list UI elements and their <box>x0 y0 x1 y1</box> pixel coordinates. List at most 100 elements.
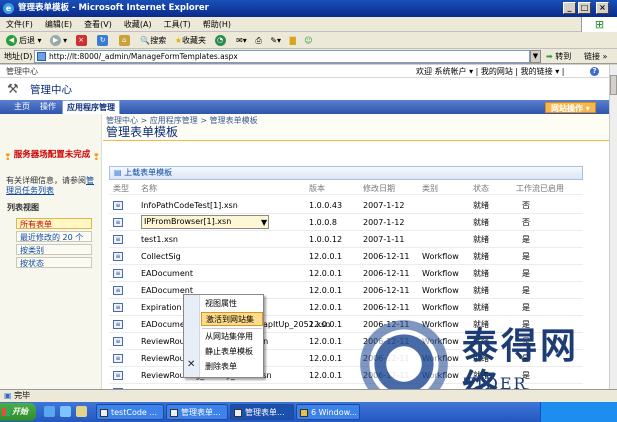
menu-delete-form[interactable]: 删除表单 <box>204 360 262 374</box>
menu-view-properties[interactable]: 视图属性 <box>204 297 262 311</box>
alert-title: 服务器场配置未完成 <box>13 150 91 160</box>
table-row[interactable]: ≡ Expiration 12.0.0.1 2006-12-11 Workflow 就绪 是 <box>109 299 583 316</box>
quicklaunch-explorer-icon[interactable] <box>60 406 71 417</box>
col-status[interactable]: 状态 <box>473 183 489 195</box>
windows-logo-icon: ⊞ <box>581 17 617 32</box>
links-button[interactable]: 链接 » <box>584 50 607 63</box>
col-workflow[interactable]: 工作流已启用 <box>516 183 564 195</box>
table-row[interactable]: ≡ CollectSig 12.0.0.1 2006-12-11 Workflow 就绪 是 <box>109 248 583 265</box>
tab-operations[interactable]: 操作 <box>36 100 60 114</box>
maximize-button[interactable]: □ <box>578 2 591 14</box>
upload-form-template-button[interactable]: ▤ 上载表单模板 <box>109 166 583 180</box>
task-icon <box>234 409 242 417</box>
menu-tools[interactable]: 工具(T) <box>158 17 197 32</box>
name-dropdown-field[interactable]: IPFromBrowser[1].xsn <box>141 215 269 229</box>
mail-button[interactable]: ✉▾ <box>233 33 250 48</box>
view-by-status[interactable]: 按状态 <box>16 257 92 268</box>
edit-icon: ✎ <box>270 36 278 45</box>
cell-category: Workflow <box>422 286 459 295</box>
history-button[interactable]: ◔ <box>212 33 231 48</box>
home-button[interactable]: ⌂ <box>116 33 135 48</box>
status-bar: ▣ 完毕 <box>0 389 617 402</box>
col-modified[interactable]: 修改日期 <box>363 183 395 195</box>
menu-activate-to-site-collection[interactable]: 激活到网站集 <box>201 312 263 326</box>
table-row[interactable]: ≡ test1.xsn 1.0.0.12 2007-1-11 就绪 是 <box>109 231 583 248</box>
address-dropdown-button[interactable]: ▼ <box>530 50 541 63</box>
minimize-button[interactable]: _ <box>563 2 576 14</box>
menu-deactivate-from-site-collection[interactable]: 从网站集停用 <box>204 330 262 344</box>
print-button[interactable]: ⎙ <box>252 33 264 48</box>
col-name[interactable]: 名称 <box>141 183 157 195</box>
central-admin-icon: ⚒ <box>7 82 19 97</box>
table-header: 类型 名称 版本 修改日期 类别 状态 工作流已启用 <box>109 183 583 195</box>
task-windows-group[interactable]: 6 Window... <box>296 404 360 420</box>
cell-name[interactable]: test1.xsn <box>141 231 178 248</box>
refresh-button[interactable]: ↻ <box>94 33 113 48</box>
form-template-icon: ≡ <box>113 303 123 312</box>
table-row[interactable]: ≡ EADocument 12.0.0.1 2006-12-11 Workflow 就绪是 <box>109 282 583 299</box>
table-row[interactable]: ≡ InfoPathCodeTest[1].xsn 1.0.0.43 2007-1-1… <box>109 197 583 214</box>
messenger-button[interactable]: ☺ <box>301 33 315 48</box>
cell-version: 12.0.0.1 <box>309 371 343 380</box>
col-type[interactable]: 类型 <box>113 183 129 195</box>
menu-help[interactable]: 帮助(H) <box>197 17 237 32</box>
col-category[interactable]: 类别 <box>422 183 438 195</box>
view-by-category[interactable]: 按类别 <box>16 244 92 255</box>
cell-name[interactable]: Expiration <box>141 299 182 316</box>
scrollbar-thumb[interactable] <box>610 75 617 95</box>
cell-name[interactable]: EADocument <box>141 265 193 282</box>
go-button[interactable]: ➡ 转到 <box>546 50 571 63</box>
site-actions-menu[interactable]: 网站操作 ▾ <box>545 102 596 113</box>
start-button[interactable]: 开始 <box>0 403 36 421</box>
menu-edit[interactable]: 编辑(E) <box>39 17 78 32</box>
cell-name[interactable]: CollectSig <box>141 248 181 265</box>
farm-config-alert: ❢ 服务器场配置未完成 ❢ <box>4 150 100 163</box>
quicklaunch-ie-icon[interactable] <box>44 406 55 417</box>
menu-file[interactable]: 文件(F) <box>0 17 39 32</box>
menu-favorites[interactable]: 收藏(A) <box>118 17 158 32</box>
close-button[interactable]: × <box>596 2 609 14</box>
quicklaunch-desktop-icon[interactable] <box>76 406 87 417</box>
task-testcode[interactable]: testCode ... <box>96 404 164 420</box>
site-crumb-link[interactable]: 管理中心 <box>6 65 38 78</box>
back-button[interactable]: ◀ 后退 ▾ <box>3 33 45 48</box>
forward-arrow-icon: ▶ <box>50 35 62 46</box>
table-row[interactable]: ≡ IPFromBrowser[1].xsn ▼ 1.0.0.8 2007-1-12 就绪… <box>109 214 583 231</box>
form-template-icon: ≡ <box>113 286 123 295</box>
address-label: 地址(D) <box>4 52 33 61</box>
help-icon[interactable]: ? <box>590 67 599 76</box>
menu-quiesce-form-template[interactable]: 静止表单模板 <box>204 345 262 359</box>
site-title[interactable]: 管理中心 <box>30 82 72 97</box>
view-recent-20[interactable]: 最近修改的 20 个 <box>16 231 92 242</box>
page-icon <box>37 52 46 61</box>
status-text: 完毕 <box>14 391 31 400</box>
cell-workflow: 否 <box>522 218 530 227</box>
window-title-bar[interactable]: e 管理表单模板 - Microsoft Internet Explorer _… <box>0 0 617 17</box>
address-bar: 地址(D) http://lt:8000/_admin/ManageFormTe… <box>0 49 617 64</box>
cell-date: 2007-1-12 <box>363 218 405 227</box>
search-button[interactable]: 🔍搜索 <box>137 33 169 48</box>
favorites-button[interactable]: ★收藏夹 <box>172 33 209 48</box>
cell-workflow: 是 <box>522 235 530 244</box>
mail-icon: ✉ <box>236 36 243 45</box>
view-all-forms[interactable]: 所有表单 <box>16 218 92 229</box>
table-row[interactable]: ≡ EADocument 12.0.0.1 2006-12-11 Workflow 就绪是 <box>109 265 583 282</box>
tab-application-management[interactable]: 应用程序管理 <box>62 100 120 114</box>
col-version[interactable]: 版本 <box>309 183 325 195</box>
title-area: 管理中心 > 应用程序管理 > 管理表单模板 管理表单模板 <box>103 114 609 140</box>
status-page-icon: ▣ <box>4 391 12 400</box>
stop-button[interactable]: × <box>73 33 92 48</box>
edit-button[interactable]: ✎▾ <box>267 33 284 48</box>
task-manage-forms-1[interactable]: 管理表单... <box>166 404 228 420</box>
system-tray[interactable] <box>540 402 617 422</box>
welcome-menu[interactable]: 欢迎 系统帐户 ▾ | 我的网站 | 我的链接 ▾ | <box>416 65 564 78</box>
tab-home[interactable]: 主页 <box>10 100 34 114</box>
address-input[interactable]: http://lt:8000/_admin/ManageFormTemplate… <box>34 50 530 63</box>
menu-view[interactable]: 查看(V) <box>78 17 118 32</box>
cell-date: 2006-12-11 <box>363 252 410 261</box>
chevron-down-icon[interactable]: ▼ <box>261 214 267 231</box>
forward-button[interactable]: ▶ ▾ <box>47 33 70 48</box>
task-manage-forms-2[interactable]: 管理表单... <box>230 404 294 420</box>
folder-button[interactable]: ▇ <box>287 33 299 48</box>
cell-name[interactable]: InfoPathCodeTest[1].xsn <box>141 197 238 214</box>
